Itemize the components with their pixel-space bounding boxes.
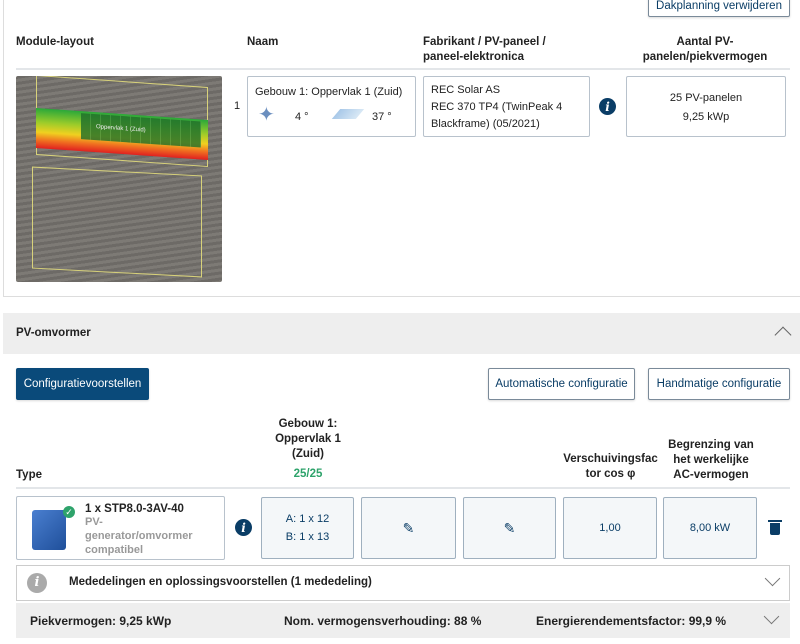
summary-ratio: Nom. vermogensverhouding: 88 %: [284, 614, 482, 628]
inverter-section-header[interactable]: PV-omvormer: [3, 313, 800, 354]
configuration-proposals-button[interactable]: Configuratievoorstellen: [16, 368, 149, 400]
info-grey-icon: i: [27, 573, 47, 593]
summary-efficiency: Energierendementsfactor: 99,9 %: [536, 614, 727, 628]
header-surface: Gebouw 1: Oppervlak 1 (Zuid): [275, 418, 341, 460]
divider: [16, 487, 790, 489]
header-count: Aantal PV-panelen/piekvermogen: [642, 36, 768, 63]
divider: [16, 68, 790, 70]
chevron-up-icon[interactable]: [774, 326, 792, 344]
inverter-status: PV-generator/omvormer compatibel: [85, 516, 193, 556]
peak-power: 9,25 kWp: [682, 111, 730, 123]
messages-row[interactable]: i Mededelingen en oplossingsvoorstellen …: [16, 565, 790, 601]
section-border: [3, 0, 4, 296]
messages-label: Mededelingen en oplossingsvoorstellen (1…: [69, 576, 372, 588]
header-manufacturer: Fabrikant / PV-paneel / paneel-elektroni…: [423, 36, 546, 63]
inverter-title: PV-omvormer: [16, 327, 91, 339]
surface-name-box[interactable]: Gebouw 1: Oppervlak 1 (Zuid) ✦ 4 ° 37 °: [247, 76, 416, 137]
manufacturer-box[interactable]: REC Solar AS REC 370 TP4 (TwinPeak 4 Bla…: [423, 76, 590, 137]
surface-count: 25/25: [293, 468, 323, 480]
cos-phi-value: 1,00: [599, 522, 621, 534]
manufacturer-name: REC Solar AS: [431, 84, 501, 96]
edit-cell-1[interactable]: ✎: [361, 497, 456, 559]
string-config-cell[interactable]: A: 1 x 12 B: 1 x 13: [261, 497, 354, 559]
manual-configuration-button[interactable]: Handmatige configuratie: [648, 368, 790, 400]
ac-limit-value: 8,00 kW: [689, 522, 731, 534]
check-icon: ✓: [63, 506, 75, 518]
header-cos-phi: Verschuivingsfactor cos φ: [563, 453, 658, 480]
trash-icon[interactable]: [768, 520, 782, 535]
summary-peak: Piekvermogen: 9,25 kWp: [30, 614, 172, 628]
panel-count: 25 PV-panelen: [669, 92, 743, 104]
panel-model: REC 370 TP4 (TwinPeak 4 Blackframe) (05/…: [431, 101, 563, 130]
string-a: A: 1 x 12: [285, 513, 330, 525]
header-module-layout: Module-layout: [16, 36, 94, 48]
cos-phi-cell[interactable]: 1,00: [563, 497, 657, 559]
roof-outline-2: [32, 166, 202, 278]
pencil-icon: ✎: [402, 520, 415, 536]
azimuth-value: 4 °: [295, 111, 309, 123]
azimuth-icon: ✦: [258, 104, 275, 126]
summary-bar[interactable]: Piekvermogen: 9,25 kWp Nom. vermogensver…: [16, 603, 790, 638]
info-icon[interactable]: i: [599, 98, 616, 115]
header-type: Type: [16, 469, 42, 481]
panel-count-box[interactable]: 25 PV-panelen 9,25 kWp: [626, 76, 786, 137]
tilt-value: 37 °: [372, 111, 392, 123]
string-b: B: 1 x 13: [285, 531, 330, 543]
delete-roof-plan-button[interactable]: Dakplanning verwijderen: [648, 0, 790, 17]
trash-body: [770, 523, 780, 535]
section-border-bottom: [3, 296, 800, 297]
tilt-icon: [331, 109, 365, 119]
info-icon[interactable]: i: [235, 519, 252, 536]
pencil-icon: ✎: [503, 520, 516, 536]
chevron-down-icon[interactable]: [764, 570, 781, 587]
edit-cell-2[interactable]: ✎: [463, 497, 556, 559]
trash-lid: [768, 520, 782, 522]
inverter-card[interactable]: ✓ 1 x STP8.0-3AV-40 PV-generator/omvorme…: [16, 496, 225, 560]
surface-name: Gebouw 1: Oppervlak 1 (Zuid): [255, 86, 403, 98]
ac-limit-cell[interactable]: 8,00 kW: [663, 497, 757, 559]
row-index: 1: [234, 100, 241, 112]
module-layout-image[interactable]: Oppervlak 1 (Zuid): [16, 76, 222, 282]
automatic-configuration-button[interactable]: Automatische configuratie: [488, 368, 635, 400]
header-ac-limit: Begrenzing van het werkelijke AC-vermoge…: [668, 439, 754, 481]
chevron-down-icon[interactable]: [763, 608, 780, 625]
header-name: Naam: [247, 36, 279, 48]
inverter-image: [32, 510, 66, 550]
